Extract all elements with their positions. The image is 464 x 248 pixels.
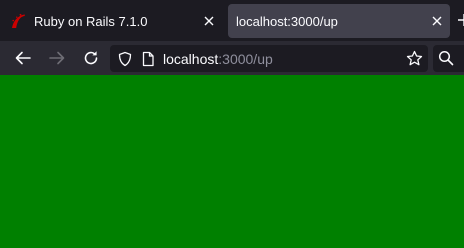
rails-icon xyxy=(12,13,25,28)
tab-bar: Ruby on Rails 7.1.0 localhost:3000/up xyxy=(0,0,464,41)
forward-button[interactable] xyxy=(47,48,67,68)
star-icon[interactable] xyxy=(406,50,423,67)
tab-localhost-up[interactable]: localhost:3000/up xyxy=(228,4,450,38)
plus-icon xyxy=(458,14,464,26)
page-icon[interactable] xyxy=(140,51,156,67)
url-bar[interactable]: localhost:3000/up xyxy=(110,45,428,72)
url-text[interactable]: localhost:3000/up xyxy=(163,51,273,67)
search-icon xyxy=(438,50,454,66)
tab-label: localhost:3000/up xyxy=(236,14,338,29)
new-tab-button[interactable] xyxy=(456,12,464,28)
back-button[interactable] xyxy=(13,48,33,68)
search-button[interactable] xyxy=(433,45,464,72)
close-icon[interactable] xyxy=(430,14,444,28)
url-path: :3000/up xyxy=(218,51,273,67)
navigation-toolbar: localhost:3000/up xyxy=(0,41,464,75)
url-host: localhost xyxy=(163,51,219,67)
reload-icon xyxy=(84,51,98,65)
tab-label: Ruby on Rails 7.1.0 xyxy=(34,14,148,29)
shield-icon[interactable] xyxy=(117,51,133,67)
back-arrow-icon xyxy=(15,51,31,65)
tab-ruby-on-rails[interactable]: Ruby on Rails 7.1.0 xyxy=(0,4,222,38)
page-content xyxy=(0,75,464,248)
forward-arrow-icon xyxy=(49,51,65,65)
reload-button[interactable] xyxy=(81,48,101,68)
close-icon[interactable] xyxy=(202,14,216,28)
